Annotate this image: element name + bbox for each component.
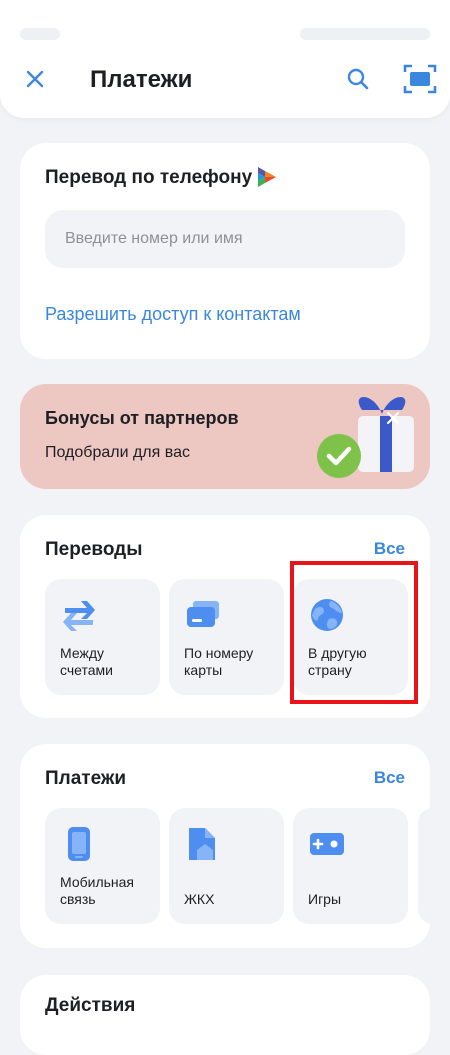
phone-search-input[interactable]: Введите номер или имя — [45, 210, 405, 268]
arrows-exchange-icon — [63, 601, 95, 631]
tile-games[interactable]: Игры — [293, 808, 408, 924]
tile-mobile[interactable]: Мобильная связь — [45, 808, 160, 924]
partner-bonus-banner[interactable]: Бонусы от партнеров Подобрали для вас — [20, 384, 430, 489]
status-blob — [20, 28, 60, 40]
qr-scan-icon — [403, 64, 437, 94]
actions-section: Действия — [20, 975, 430, 1055]
tile-utilities[interactable]: ЖКХ — [169, 808, 284, 924]
actions-title: Действия — [45, 995, 136, 1016]
tile-partial[interactable] — [418, 808, 430, 924]
phone-transfer-title: Перевод по телефону — [45, 167, 253, 188]
payments-see-all-link[interactable]: Все — [374, 768, 405, 788]
scan-qr-button[interactable] — [401, 60, 439, 98]
tile-by-card-number[interactable]: По номеру карты — [169, 579, 284, 695]
tile-between-accounts[interactable]: Между счетами — [45, 579, 160, 695]
highlight-annotation — [290, 561, 418, 704]
transfers-title: Переводы — [45, 539, 143, 560]
bonus-subtitle: Подобрали для вас — [45, 444, 190, 461]
tile-label: ЖКХ — [184, 891, 215, 907]
transfers-see-all-link[interactable]: Все — [374, 539, 405, 559]
payments-tiles: Мобильная связь ЖКХ Игры — [45, 808, 430, 924]
gamepad-icon — [310, 833, 344, 855]
gift-box-illustration — [317, 396, 414, 478]
close-button[interactable] — [18, 62, 52, 96]
status-blob — [300, 28, 430, 40]
search-icon — [347, 68, 369, 90]
close-icon — [26, 70, 44, 88]
close-icon — [386, 411, 400, 425]
bonus-title: Бонусы от партнеров — [45, 408, 239, 428]
sbp-logo-icon — [258, 167, 276, 187]
phone-transfer-card: Перевод по телефону Введите номер или им… — [20, 143, 430, 359]
bonus-close-button[interactable] — [381, 406, 405, 430]
mobile-phone-icon — [68, 827, 90, 861]
status-bar — [0, 0, 450, 44]
tile-label: Игры — [308, 891, 342, 907]
tile-label: Между счетами — [60, 645, 113, 678]
allow-contacts-link[interactable]: Разрешить доступ к контактам — [45, 304, 301, 325]
page-title: Платежи — [90, 66, 193, 93]
payments-title: Платежи — [45, 768, 127, 789]
card-icon — [187, 601, 219, 627]
search-button[interactable] — [341, 62, 375, 96]
app-header: Платежи — [0, 44, 450, 118]
house-icon — [189, 828, 215, 860]
tile-label: Мобильная связь — [60, 874, 135, 907]
tile-label: По номеру карты — [184, 645, 254, 678]
payments-section: Платежи Все Мобильная связь ЖКХ Игры — [20, 744, 430, 948]
